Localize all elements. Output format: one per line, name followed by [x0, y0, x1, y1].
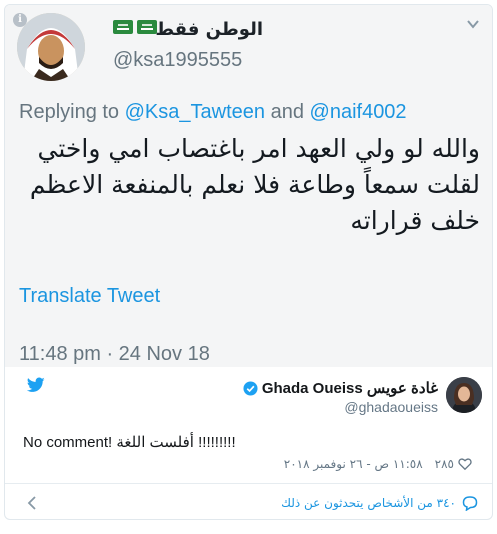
twitter-bird-icon[interactable]: [27, 377, 45, 393]
tweet-text-part-3: !!!!!!!!!: [198, 434, 236, 451]
author-name-row[interactable]: Ghada Oueiss غادة عويس: [243, 379, 438, 397]
chevron-down-icon: [467, 20, 479, 29]
quoted-screenshot: الوطن فقط @ksa1995555 Replying to @Ksa_T…: [5, 5, 492, 367]
info-icon[interactable]: i: [13, 13, 27, 27]
chevron-left-icon[interactable]: [27, 495, 37, 511]
screenshot-tweet-text: والله لو ولي العهد امر باغتصاب امي واختي…: [29, 134, 480, 235]
verified-badge-icon: [243, 380, 258, 396]
reply-and: and: [270, 101, 304, 123]
tweet-text-part-2: أفلست اللغة: [116, 434, 194, 451]
tweet-meta: ٢٨٥ ١١:٥٨ ص - ٢٦ نوفمبر ٢٠١٨: [284, 457, 472, 471]
screenshot-timestamp: 11:48 pm · 24 Nov 18: [19, 343, 210, 365]
replying-to-line: Replying to @Ksa_Tawteen and @naif4002: [19, 101, 407, 124]
divider: [5, 483, 492, 484]
heart-icon: [458, 458, 472, 471]
replying-prefix: Replying to: [19, 101, 120, 123]
tweet-text-part-1: No comment!: [23, 434, 113, 451]
reply-user-link-2: @naif4002: [309, 101, 407, 123]
conversation-link[interactable]: ٣٤٠ من الأشخاص يتحدثون عن ذلك: [281, 495, 478, 511]
chat-bubble-icon: [462, 496, 478, 511]
tweet-timestamp[interactable]: ١١:٥٨ ص - ٢٦ نوفمبر ٢٠١٨: [284, 457, 423, 471]
translate-tweet-label: Translate Tweet: [19, 285, 161, 307]
like-count: ٢٨٥: [434, 457, 454, 471]
screenshot-handle: @ksa1995555: [113, 49, 243, 71]
embedded-tweet-card: i الوطن فقط @ksa1995555 Replying to @Ksa…: [4, 4, 493, 520]
screenshot-avatar: [17, 13, 85, 81]
avatar[interactable]: [446, 377, 482, 413]
author-display-name: Ghada Oueiss غادة عويس: [261, 380, 438, 397]
conversation-count-text: ٣٤٠ من الأشخاص يتحدثون عن ذلك: [281, 496, 456, 510]
like-button[interactable]: ٢٨٥: [435, 457, 472, 471]
tweet-text: No comment! أفلست اللغة !!!!!!!!!: [23, 433, 236, 451]
screenshot-display-name: الوطن فقط: [155, 19, 263, 40]
reply-user-link-1: @Ksa_Tawteen: [124, 101, 266, 123]
author-handle[interactable]: @ghadaoueiss: [344, 399, 438, 415]
